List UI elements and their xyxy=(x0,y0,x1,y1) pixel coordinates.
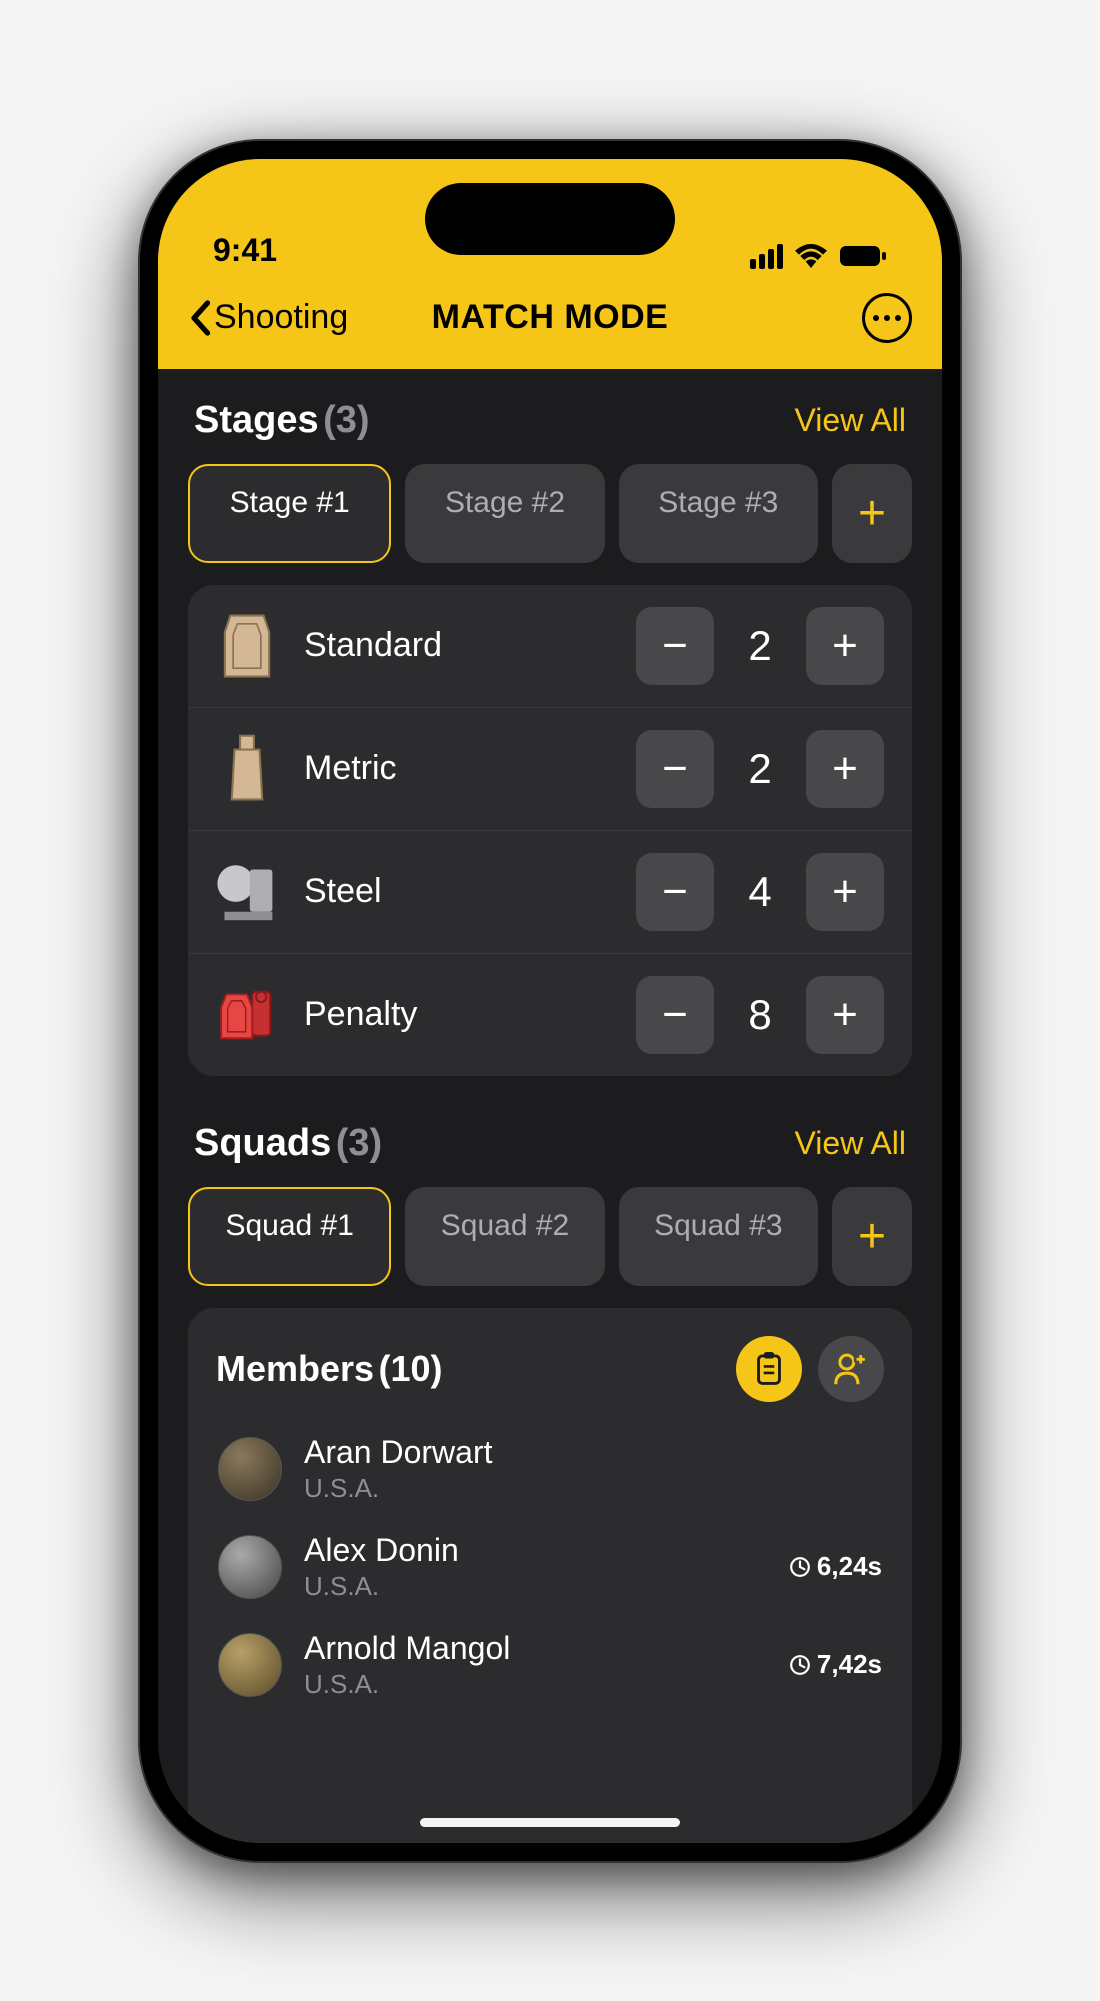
increment-button[interactable]: + xyxy=(806,976,884,1054)
members-count: (10) xyxy=(379,1348,443,1389)
target-penalty-icon xyxy=(216,979,278,1051)
tab-stage-3[interactable]: Stage #3 xyxy=(619,464,818,563)
target-row-metric: Metric − 2 + xyxy=(188,708,912,831)
increment-button[interactable]: + xyxy=(806,730,884,808)
increment-button[interactable]: + xyxy=(806,607,884,685)
quantity-stepper: − 2 + xyxy=(636,607,884,685)
clipboard-icon xyxy=(755,1352,783,1386)
members-header: Members (10) xyxy=(188,1308,912,1420)
battery-icon xyxy=(839,244,887,268)
target-value: 8 xyxy=(736,991,784,1039)
target-row-penalty: Penalty − 8 + xyxy=(188,954,912,1076)
back-button[interactable]: Shooting xyxy=(188,298,348,337)
member-row[interactable]: Arnold Mangol U.S.A. 7,42s xyxy=(188,1616,912,1714)
target-value: 4 xyxy=(736,868,784,916)
decrement-button[interactable]: − xyxy=(636,976,714,1054)
decrement-button[interactable]: − xyxy=(636,853,714,931)
member-row[interactable]: Alex Donin U.S.A. 6,24s xyxy=(188,1518,912,1616)
stages-count: (3) xyxy=(323,399,369,441)
target-standard-icon xyxy=(216,610,278,682)
members-title: Members xyxy=(216,1348,374,1389)
target-label: Steel xyxy=(304,872,610,911)
quantity-stepper: − 4 + xyxy=(636,853,884,931)
cellular-icon xyxy=(750,244,783,269)
target-label: Metric xyxy=(304,749,610,788)
members-card: Members (10) xyxy=(188,1308,912,1843)
member-name: Arnold Mangol xyxy=(304,1630,767,1667)
target-row-standard: Standard − 2 + xyxy=(188,585,912,708)
squads-count: (3) xyxy=(336,1122,382,1164)
member-time: 7,42s xyxy=(789,1649,882,1680)
stages-header: Stages (3) View All xyxy=(188,399,912,442)
tab-squad-2[interactable]: Squad #2 xyxy=(405,1187,604,1286)
clock-icon xyxy=(789,1556,811,1578)
page-title: MATCH MODE xyxy=(432,298,669,337)
tab-stage-1[interactable]: Stage #1 xyxy=(188,464,391,563)
member-country: U.S.A. xyxy=(304,1473,882,1504)
tab-squad-3[interactable]: Squad #3 xyxy=(619,1187,818,1286)
status-indicators xyxy=(750,244,887,269)
target-value: 2 xyxy=(736,622,784,670)
avatar xyxy=(218,1437,282,1501)
chevron-left-icon xyxy=(188,300,212,336)
more-button[interactable] xyxy=(862,293,912,343)
stage-tabs: Stage #1 Stage #2 Stage #3 + xyxy=(188,464,912,563)
back-label: Shooting xyxy=(214,298,348,337)
quantity-stepper: − 8 + xyxy=(636,976,884,1054)
avatar xyxy=(218,1535,282,1599)
member-row[interactable]: Aran Dorwart U.S.A. xyxy=(188,1420,912,1518)
quantity-stepper: − 2 + xyxy=(636,730,884,808)
member-time: 6,24s xyxy=(789,1551,882,1582)
nav-bar: Shooting MATCH MODE xyxy=(158,279,942,369)
add-stage-button[interactable]: + xyxy=(832,464,912,563)
decrement-button[interactable]: − xyxy=(636,730,714,808)
dynamic-island xyxy=(425,183,675,255)
target-label: Standard xyxy=(304,626,610,665)
content: Stages (3) View All Stage #1 Stage #2 St… xyxy=(158,369,942,1843)
stages-view-all[interactable]: View All xyxy=(795,402,906,439)
member-name: Alex Donin xyxy=(304,1532,767,1569)
tab-stage-2[interactable]: Stage #2 xyxy=(405,464,604,563)
member-country: U.S.A. xyxy=(304,1669,767,1700)
target-steel-icon xyxy=(216,856,278,928)
squad-tabs: Squad #1 Squad #2 Squad #3 + xyxy=(188,1187,912,1286)
increment-button[interactable]: + xyxy=(806,853,884,931)
screen: 9:41 Shooting M xyxy=(158,159,942,1843)
target-value: 2 xyxy=(736,745,784,793)
stages-title: Stages xyxy=(194,399,319,441)
target-row-steel: Steel − 4 + xyxy=(188,831,912,954)
device-frame: 9:41 Shooting M xyxy=(140,141,960,1861)
member-country: U.S.A. xyxy=(304,1571,767,1602)
tab-squad-1[interactable]: Squad #1 xyxy=(188,1187,391,1286)
targets-card: Standard − 2 + Metric xyxy=(188,585,912,1076)
home-indicator[interactable] xyxy=(420,1818,680,1827)
add-person-icon xyxy=(833,1351,869,1387)
squads-header: Squads (3) View All xyxy=(188,1122,912,1165)
status-time: 9:41 xyxy=(213,232,277,269)
avatar xyxy=(218,1633,282,1697)
target-metric-icon xyxy=(216,733,278,805)
clipboard-button[interactable] xyxy=(736,1336,802,1402)
squads-view-all[interactable]: View All xyxy=(795,1125,906,1162)
add-squad-button[interactable]: + xyxy=(832,1187,912,1286)
clock-icon xyxy=(789,1654,811,1676)
member-name: Aran Dorwart xyxy=(304,1434,882,1471)
members-actions xyxy=(736,1336,884,1402)
decrement-button[interactable]: − xyxy=(636,607,714,685)
squads-title: Squads xyxy=(194,1122,331,1164)
add-member-button[interactable] xyxy=(818,1336,884,1402)
target-label: Penalty xyxy=(304,995,610,1034)
wifi-icon xyxy=(795,244,827,268)
